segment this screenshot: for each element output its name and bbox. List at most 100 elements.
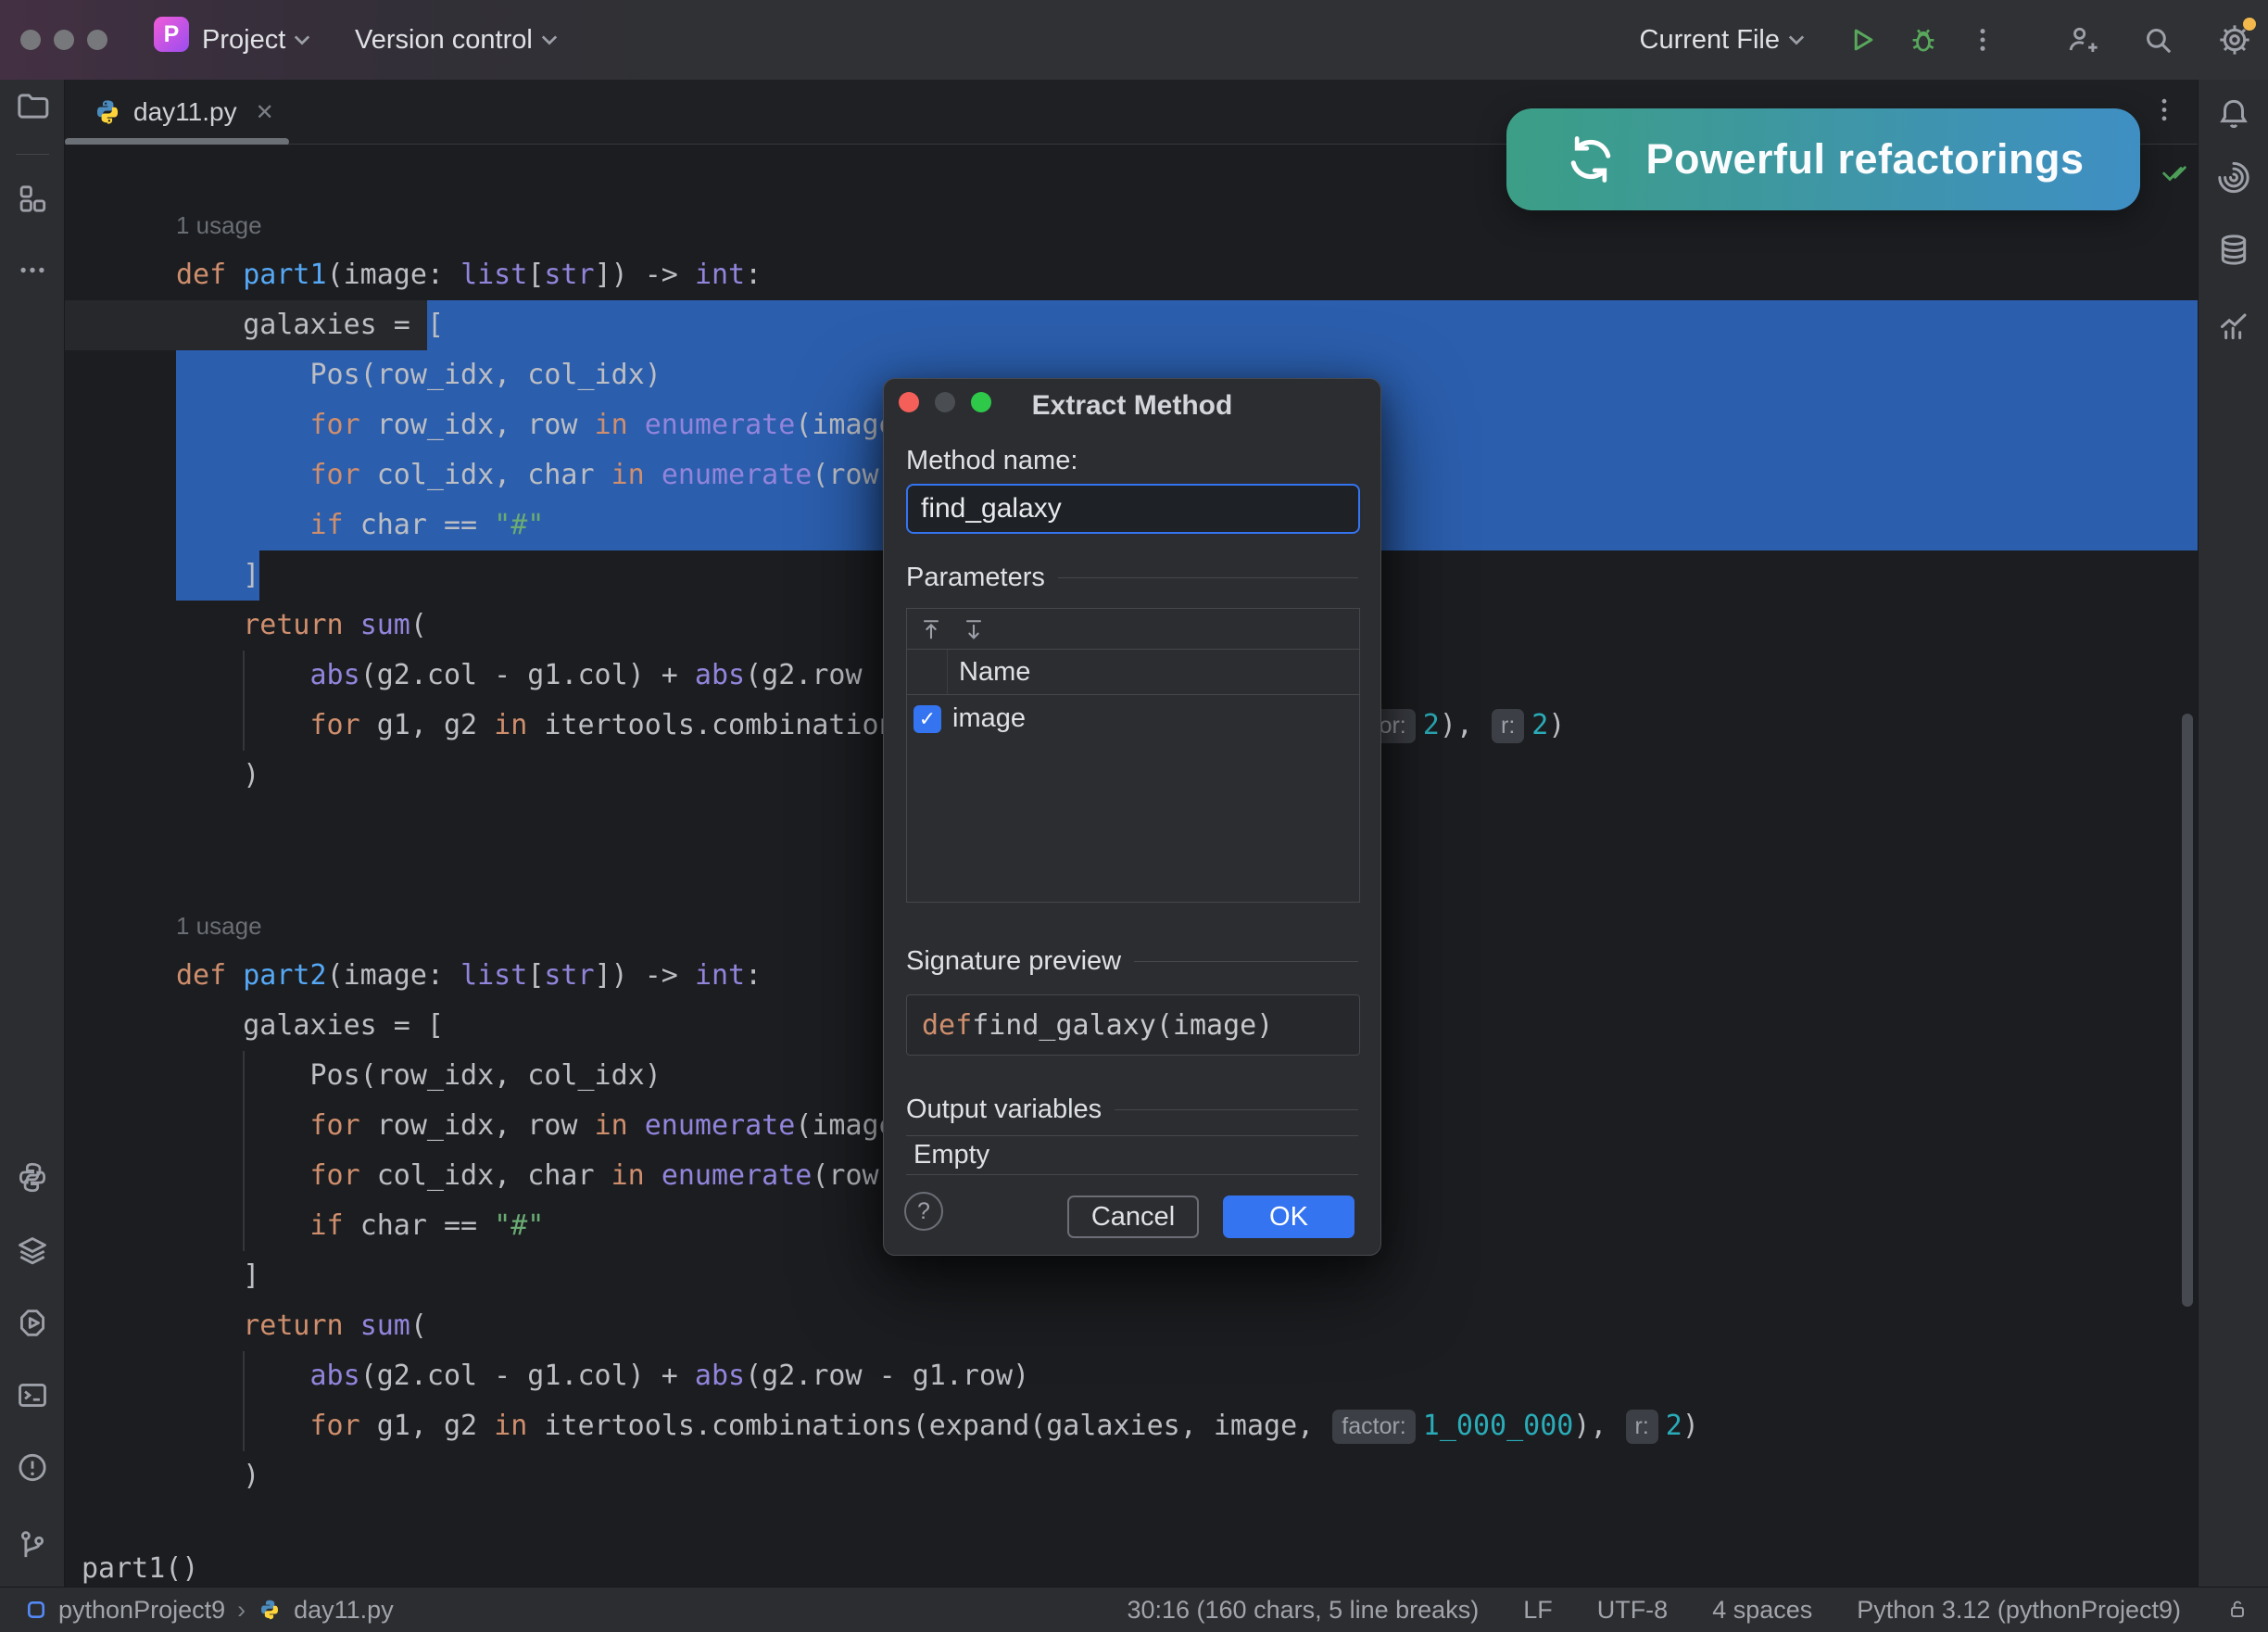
name-column-header: Name (959, 656, 1031, 687)
structure-tool-button[interactable] (15, 182, 50, 221)
add-user-icon (2069, 27, 2098, 52)
parameters-table-header: Name (907, 650, 1359, 695)
divider (1134, 961, 1358, 962)
run-button[interactable] (1846, 23, 1879, 57)
hexagon-play-icon (19, 1309, 44, 1336)
editor-scrollbar[interactable] (2182, 714, 2193, 1307)
line-ending-widget[interactable]: LF (1523, 1596, 1553, 1625)
inspections-status-widget[interactable] (2159, 156, 2190, 192)
project-tool-button[interactable] (14, 88, 51, 130)
bug-icon (1912, 29, 1934, 52)
python-file-icon (261, 1600, 279, 1620)
readonly-toggle[interactable] (2225, 1598, 2249, 1622)
layers-icon (18, 1237, 46, 1265)
run-tool-button[interactable] (15, 1306, 50, 1346)
tab-day11[interactable]: day11.py ✕ (65, 80, 274, 145)
notifications-button[interactable] (2215, 96, 2252, 138)
encoding-widget[interactable]: UTF-8 (1597, 1596, 1669, 1625)
dialog-title: Extract Method (1031, 390, 1233, 421)
settings-button[interactable] (2216, 18, 2256, 58)
chevron-down-icon (1788, 35, 1805, 45)
more-tool-windows-button[interactable] (17, 255, 48, 291)
move-up-button[interactable] (918, 616, 944, 642)
debug-button[interactable] (1907, 23, 1940, 57)
python-console-button[interactable] (15, 1160, 50, 1200)
ai-swirl-icon (2217, 161, 2249, 194)
code-line: def part1 (image: list[str]) -> int: (176, 259, 762, 291)
more-actions-button[interactable] (1968, 25, 1997, 55)
breadcrumb[interactable]: pythonProject9 › day11.py (26, 1596, 394, 1625)
folder-icon (17, 94, 48, 119)
parameters-panel: Name ✓ image (906, 608, 1360, 903)
help-button[interactable]: ? (904, 1192, 943, 1231)
divider (1057, 577, 1358, 578)
window-controls[interactable] (20, 30, 107, 50)
database-icon (2221, 234, 2246, 265)
unlocked-padlock-icon (2231, 1600, 2244, 1618)
pycharm-logo: P (154, 17, 189, 52)
ok-button[interactable]: OK (1223, 1196, 1354, 1238)
parameter-checkbox[interactable]: ✓ (914, 704, 941, 733)
play-icon (1854, 29, 1873, 51)
method-name-value: find_galaxy (921, 493, 1062, 524)
project-menu[interactable]: Project (202, 0, 310, 80)
arrow-down-icon (965, 619, 982, 639)
project-menu-label: Project (202, 24, 286, 55)
editor-options-button[interactable] (2149, 95, 2179, 129)
ai-assistant-button[interactable] (2215, 159, 2252, 201)
divider (16, 154, 49, 155)
code-with-me-button[interactable] (2064, 22, 2099, 57)
problems-tool-button[interactable] (15, 1450, 50, 1490)
powerful-refactorings-banner: Powerful refactorings (1506, 108, 2140, 210)
breadcrumb-file[interactable]: day11.py (294, 1596, 394, 1625)
database-tool-button[interactable] (2215, 232, 2252, 273)
output-variables-list: Empty (906, 1135, 1358, 1175)
signature-preview-box: def find_galaxy(image) (906, 994, 1360, 1056)
cancel-button[interactable]: Cancel (1067, 1196, 1199, 1238)
method-name-input[interactable]: find_galaxy (906, 484, 1360, 534)
caret-line-gutter-highlight (65, 300, 176, 350)
code-line: abs(g2.col - g1.col) + abs(g2.row - g1.r… (309, 1360, 1030, 1392)
search-everywhere-button[interactable] (2140, 22, 2175, 57)
run-configuration-selector[interactable]: Current File (1640, 25, 1806, 56)
endpoints-chart-button[interactable] (2215, 307, 2252, 348)
commit-tool-button[interactable] (15, 1528, 50, 1568)
breadcrumb-project[interactable]: pythonProject9 (58, 1596, 225, 1625)
python-icon (19, 1162, 45, 1193)
banner-label: Powerful refactorings (1645, 135, 2085, 183)
bell-icon (2219, 99, 2248, 129)
module-icon (27, 1600, 45, 1619)
settings-notification-badge (2243, 18, 2256, 31)
signature-preview-label: Signature preview (906, 946, 1122, 976)
code-line: ) (176, 1460, 260, 1492)
selection-highlight: [ (426, 300, 2198, 350)
move-down-button[interactable] (961, 616, 987, 642)
sticky-context-line[interactable]: part1() (82, 1550, 198, 1587)
close-tab-icon[interactable]: ✕ (256, 99, 274, 126)
parameters-label: Parameters (906, 563, 1045, 592)
breadcrumb-separator-icon: › (237, 1595, 246, 1624)
interpreter-widget[interactable]: Python 3.12 (pythonProject9) (1857, 1596, 2181, 1625)
parameters-section-header: Parameters (906, 563, 1358, 593)
arrow-up-icon (923, 619, 939, 639)
close-window-button[interactable] (20, 30, 41, 50)
output-variables-section-header: Output variables (906, 1094, 1358, 1125)
zoom-window-button[interactable] (87, 30, 107, 50)
chevron-down-icon (295, 35, 310, 45)
refresh-icon (1571, 136, 1611, 183)
run-configuration-label: Current File (1639, 24, 1781, 55)
chevron-down-icon (541, 35, 557, 45)
signature-def-keyword: def (922, 1008, 973, 1042)
output-variables-label: Output variables (906, 1094, 1102, 1124)
parameter-row[interactable]: ✓ image (907, 695, 1359, 742)
tab-label: day11.py (133, 97, 237, 126)
minimize-window-button[interactable] (54, 30, 74, 50)
terminal-tool-button[interactable] (15, 1378, 50, 1418)
indent-widget[interactable]: 4 spaces (1712, 1596, 1812, 1625)
divider (1115, 1109, 1358, 1110)
version-control-menu[interactable]: Version control (355, 0, 558, 80)
version-control-label: Version control (355, 24, 533, 55)
caret-position-widget[interactable]: 30:16 (160 chars, 5 line breaks) (1127, 1596, 1479, 1625)
parameter-name: image (952, 703, 1026, 733)
services-tool-button[interactable] (15, 1233, 50, 1273)
